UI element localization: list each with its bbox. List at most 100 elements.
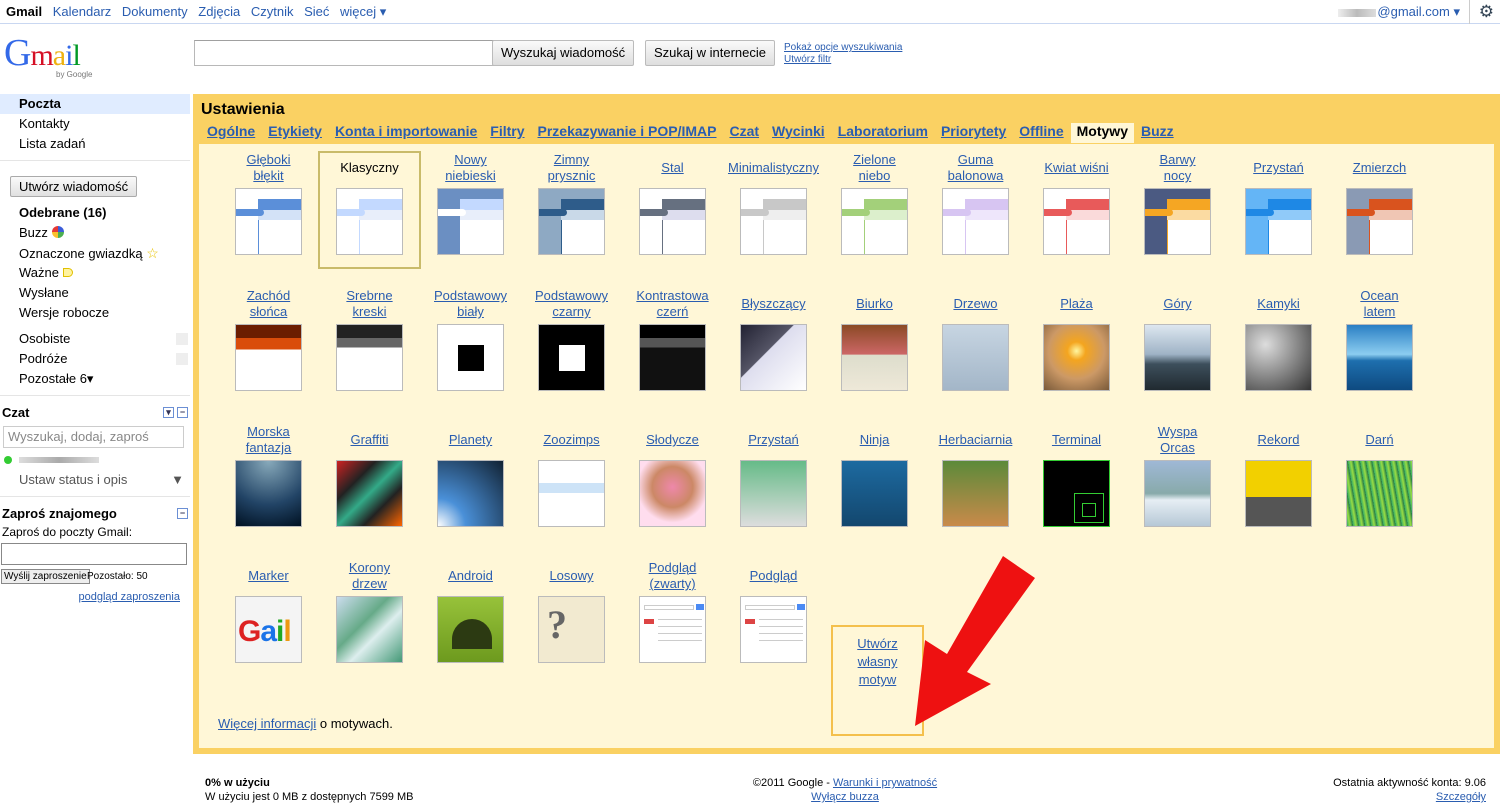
more-info-link[interactable]: Więcej informacji [218, 716, 316, 731]
theme-option[interactable]: Kamyki [1228, 288, 1329, 391]
theme-thumbnail: Gail [235, 596, 302, 663]
theme-option[interactable]: Darń [1329, 424, 1430, 527]
sidebar-item-tasks[interactable]: Lista zadań [0, 134, 190, 154]
invite-email-input[interactable] [1, 543, 187, 565]
theme-option[interactable]: Słodycze [622, 424, 723, 527]
sidebar-item-drafts[interactable]: Wersje robocze [0, 303, 190, 323]
tab-8[interactable]: Priorytety [941, 123, 1006, 143]
theme-option[interactable]: Podstawowy czarny [521, 288, 622, 391]
theme-option[interactable]: Klasyczny [318, 151, 421, 269]
theme-option[interactable]: Srebrne kreski [319, 288, 420, 391]
sidebar-item-starred[interactable]: Oznaczone gwiazdką ☆ [0, 243, 190, 263]
theme-option[interactable]: Barwy nocy [1127, 152, 1228, 255]
search-input[interactable] [194, 40, 494, 66]
sidebar-item-mail[interactable]: Poczta [0, 94, 190, 114]
nav-web[interactable]: Sieć [304, 4, 329, 19]
theme-option[interactable]: Losowy? [521, 560, 622, 663]
theme-option[interactable]: Zielone niebo [824, 152, 925, 255]
theme-option[interactable]: Kwiat wiśni [1026, 152, 1127, 255]
account-menu[interactable]: @gmail.com ▾ [1338, 4, 1460, 20]
details-link[interactable]: Szczegóły [1436, 791, 1486, 803]
theme-option[interactable]: Planety [420, 424, 521, 527]
theme-option[interactable]: Podgląd (zwarty) [622, 560, 723, 663]
terms-link[interactable]: Warunki i prywatność [833, 777, 937, 789]
sidebar-item-sent[interactable]: Wysłane [0, 283, 190, 303]
theme-option[interactable]: Zimny prysznic [521, 152, 622, 255]
theme-option[interactable]: Wyspa Orcas [1127, 424, 1228, 527]
theme-option[interactable]: Drzewo [925, 288, 1026, 391]
gear-icon[interactable]: ⚙ [1479, 2, 1494, 22]
theme-option[interactable]: Plaża [1026, 288, 1127, 391]
theme-option[interactable]: Głęboki błękit [218, 152, 319, 255]
theme-option[interactable]: Ocean latem [1329, 288, 1430, 391]
sidebar-item-buzz[interactable]: Buzz [0, 223, 190, 243]
chat-search-input[interactable]: Wyszukaj, dodaj, zaproś [3, 426, 184, 448]
tab-5[interactable]: Czat [729, 123, 759, 143]
nav-more[interactable]: więcej ▾ [340, 4, 386, 19]
theme-option[interactable]: Graffiti [319, 424, 420, 527]
theme-option[interactable]: Kontrastowa czerń [622, 288, 723, 391]
tab-11[interactable]: Buzz [1141, 123, 1174, 143]
theme-option[interactable]: Guma balonowa [925, 152, 1026, 255]
theme-option[interactable]: Podstawowy biały [420, 288, 521, 391]
theme-option[interactable]: Góry [1127, 288, 1228, 391]
theme-option[interactable]: Przystań [1228, 152, 1329, 255]
theme-option[interactable]: Nowy niebieski [420, 152, 521, 255]
theme-option[interactable]: Korony drzew [319, 560, 420, 663]
disable-buzz-link[interactable]: Wyłącz buzza [811, 791, 879, 803]
chevron-down-icon[interactable]: ▾ [163, 407, 174, 418]
theme-option[interactable]: Ninja [824, 424, 925, 527]
label-color-swatch[interactable] [176, 353, 188, 365]
theme-option[interactable]: Rekord [1228, 424, 1329, 527]
tab-1[interactable]: Etykiety [268, 123, 322, 143]
theme-option[interactable]: Android [420, 560, 521, 663]
nav-docs[interactable]: Dokumenty [122, 4, 188, 19]
online-status-icon[interactable] [4, 456, 12, 464]
sidebar-item-contacts[interactable]: Kontakty [0, 114, 190, 134]
invite-preview-link[interactable]: podgląd zaproszenia [78, 591, 180, 603]
tab-4[interactable]: Przekazywanie i POP/IMAP [538, 123, 717, 143]
theme-option[interactable]: Morska fantazja [218, 424, 319, 527]
tab-3[interactable]: Filtry [490, 123, 524, 143]
nav-calendar[interactable]: Kalendarz [53, 4, 112, 19]
theme-option[interactable]: Zoozimps [521, 424, 622, 527]
sidebar-item-personal[interactable]: Osobiste [0, 329, 190, 349]
tab-2[interactable]: Konta i importowanie [335, 123, 477, 143]
tab-7[interactable]: Laboratorium [838, 123, 928, 143]
gmail-logo[interactable]: Gmail by Google [4, 34, 104, 82]
sidebar-item-inbox[interactable]: Odebrane (16) [0, 203, 190, 223]
theme-option[interactable]: Zachód słońca [218, 288, 319, 391]
theme-option[interactable]: Przystań [723, 424, 824, 527]
theme-option[interactable]: Błyszczący [723, 288, 824, 391]
nav-photos[interactable]: Zdjęcia [198, 4, 240, 19]
theme-option[interactable]: Terminal [1026, 424, 1127, 527]
theme-option[interactable]: Marker Gail [218, 560, 319, 663]
collapse-icon[interactable]: − [177, 407, 188, 418]
tab-6[interactable]: Wycinki [772, 123, 825, 143]
theme-thumbnail [1245, 460, 1312, 527]
chat-status-menu[interactable]: Ustaw status i opis ▼ [0, 470, 190, 490]
nav-reader[interactable]: Czytnik [251, 4, 294, 19]
theme-name: Klasyczny [340, 160, 399, 175]
compose-button[interactable]: Utwórz wiadomość [10, 176, 138, 197]
tab-9[interactable]: Offline [1019, 123, 1063, 143]
theme-option[interactable]: Biurko [824, 288, 925, 391]
tab-0[interactable]: Ogólne [207, 123, 255, 143]
collapse-icon[interactable]: − [177, 508, 188, 519]
theme-option[interactable]: Herbaciarnia [925, 424, 1026, 527]
sidebar-item-more-labels[interactable]: Pozostałe 6▾ [0, 369, 190, 389]
theme-option[interactable]: Stal [622, 152, 723, 255]
tab-10[interactable]: Motywy [1070, 123, 1134, 143]
create-filter-link[interactable]: Utwórz filtr [784, 54, 902, 66]
search-web-button[interactable]: Szukaj w internecie [645, 40, 775, 66]
label-color-swatch[interactable] [176, 333, 188, 345]
theme-option[interactable]: Minimalistyczny [723, 152, 824, 255]
theme-option[interactable]: Zmierzch [1329, 152, 1430, 255]
sidebar-item-important[interactable]: Ważne [0, 263, 190, 283]
nav-gmail[interactable]: Gmail [6, 4, 42, 19]
show-search-options-link[interactable]: Pokaż opcje wyszukiwania [784, 42, 902, 54]
send-invite-button[interactable]: Wyślij zaproszenie [1, 569, 90, 584]
sidebar-item-travel[interactable]: Podróże [0, 349, 190, 369]
theme-option[interactable]: Podgląd [723, 560, 824, 663]
search-mail-button[interactable]: Wyszukaj wiadomość [492, 40, 635, 66]
